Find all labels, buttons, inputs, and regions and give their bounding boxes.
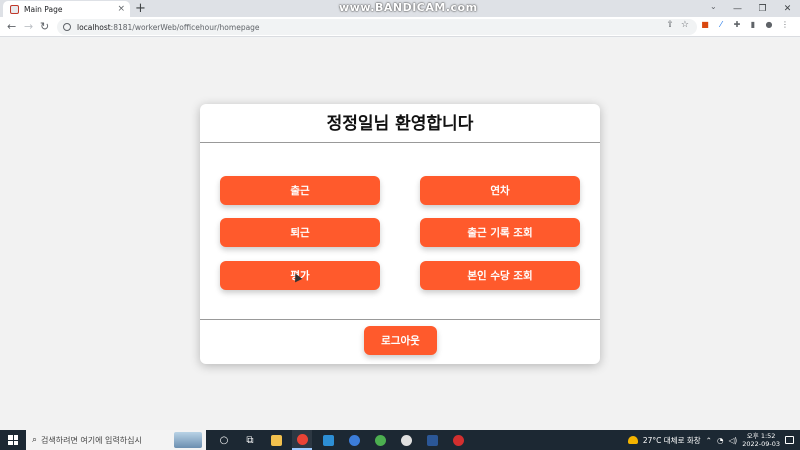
address-bar[interactable]: localhost:8181/workerWeb/officehour/home… [57, 19, 697, 35]
tab-title: Main Page [24, 4, 63, 14]
site-info-icon[interactable] [63, 23, 71, 31]
app-icon[interactable] [344, 430, 364, 450]
new-tab-button[interactable]: + [135, 1, 146, 16]
extension-icon[interactable]: ⁄ [716, 20, 726, 30]
weather-icon[interactable] [627, 436, 638, 444]
extension-icons: ■ ⁄ ✚ ▮ ● ⋮ [700, 20, 790, 30]
search-icon: ⌕ [32, 435, 38, 445]
bandicam-record-icon[interactable] [448, 430, 468, 450]
annual-leave-button[interactable]: 연차 [420, 176, 580, 205]
main-card: 정정일님 환영합니다 출근 연차 퇴근 출근 기록 조회 평가 본인 수당 조회… [200, 104, 600, 364]
clock-date: 2022-09-03 [742, 440, 780, 448]
page-favicon-icon [10, 4, 19, 14]
extension-icon[interactable]: ■ [700, 20, 710, 30]
tab-search-chevron-icon[interactable]: ⌄ [710, 2, 717, 11]
browser-toolbar: ← → ↻ localhost:8181/workerWeb/officehou… [0, 17, 800, 37]
taskbar: ⌕ 검색하려면 여기에 입력하십시 ○ ⧉ 27°C 대체로 화창 ⌃ ◔ ◁)… [0, 430, 800, 450]
footer-divider [200, 319, 600, 320]
app-icon[interactable] [422, 430, 442, 450]
window-controls: — ❐ ✕ [725, 0, 800, 17]
bookmark-star-icon[interactable]: ☆ [681, 20, 689, 30]
back-button[interactable]: ← [7, 19, 16, 35]
clock-out-button[interactable]: 퇴근 [220, 218, 380, 247]
weather-text[interactable]: 27°C 대체로 화창 [643, 435, 701, 446]
share-icon[interactable]: ⇪ [666, 20, 674, 30]
notification-icon[interactable] [785, 436, 794, 444]
close-window-button[interactable]: ✕ [775, 0, 800, 17]
chrome-icon[interactable] [292, 430, 312, 450]
extensions-puzzle-icon[interactable]: ✚ [732, 20, 742, 30]
attendance-history-button[interactable]: 출근 기록 조회 [420, 218, 580, 247]
app-icon[interactable] [396, 430, 416, 450]
start-button[interactable] [0, 430, 26, 450]
bandicam-watermark: www.BANDICAM.com [339, 1, 478, 14]
vscode-icon[interactable] [318, 430, 338, 450]
system-tray: 27°C 대체로 화창 ⌃ ◔ ◁) 오후 1:52 2022-09-03 [627, 430, 800, 450]
clock[interactable]: 오후 1:52 2022-09-03 [742, 432, 780, 448]
volume-icon[interactable]: ◁) [729, 436, 738, 445]
page-title: 정정일님 환영합니다 [326, 114, 474, 134]
task-view-icon[interactable]: ⧉ [240, 430, 260, 450]
profile-avatar-icon[interactable]: ● [764, 20, 774, 30]
page-body: 정정일님 환영합니다 출근 연차 퇴근 출근 기록 조회 평가 본인 수당 조회… [0, 38, 800, 430]
menu-kebab-icon[interactable]: ⋮ [780, 20, 790, 30]
browser-tab[interactable]: Main Page × [3, 1, 130, 17]
windows-logo-icon [8, 435, 18, 445]
app-icon[interactable] [370, 430, 390, 450]
logout-button[interactable]: 로그아웃 [364, 326, 437, 355]
clock-in-button[interactable]: 출근 [220, 176, 380, 205]
search-highlight-image [174, 432, 202, 448]
title-divider [200, 142, 600, 143]
file-explorer-icon[interactable] [266, 430, 286, 450]
network-icon[interactable]: ◔ [717, 436, 724, 445]
reload-button[interactable]: ↻ [40, 19, 49, 35]
cortana-icon[interactable]: ○ [214, 430, 234, 450]
tray-chevron-icon[interactable]: ⌃ [706, 436, 712, 445]
forward-button[interactable]: → [24, 19, 33, 35]
taskbar-apps: ○ ⧉ [214, 430, 468, 450]
url-text[interactable]: localhost:8181/workerWeb/officehour/home… [77, 23, 260, 32]
search-placeholder: 검색하려면 여기에 입력하십시 [41, 435, 142, 445]
side-panel-icon[interactable]: ▮ [748, 20, 758, 30]
taskbar-search[interactable]: ⌕ 검색하려면 여기에 입력하십시 [26, 430, 206, 450]
maximize-button[interactable]: ❐ [750, 0, 775, 17]
my-allowance-button[interactable]: 본인 수당 조회 [420, 261, 580, 290]
minimize-button[interactable]: — [725, 0, 750, 17]
clock-time: 오후 1:52 [746, 432, 776, 440]
tab-close-icon[interactable]: × [117, 4, 125, 14]
tab-strip: Main Page × + www.BANDICAM.com ⌄ — ❐ ✕ [0, 0, 800, 17]
